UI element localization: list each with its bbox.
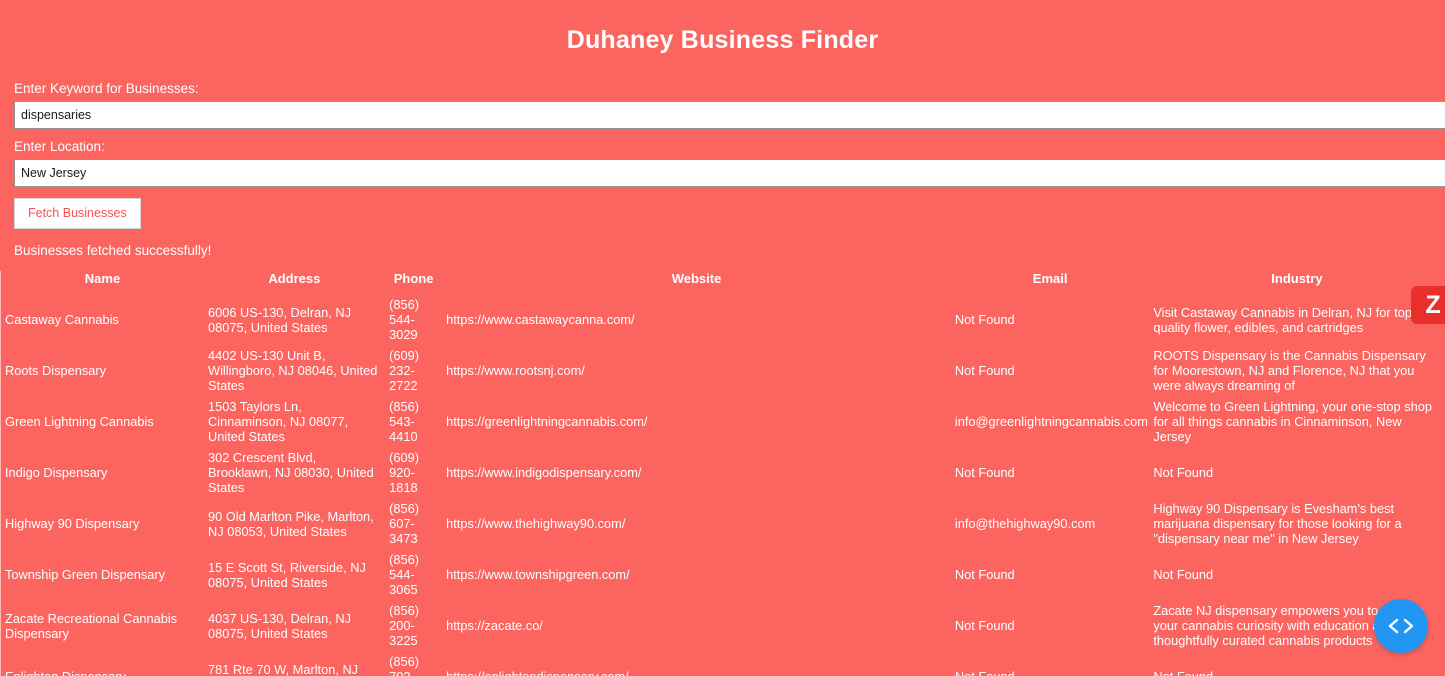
table-row: Green Lightning Cannabis 1503 Taylors Ln,…: [1, 396, 1445, 447]
cell-name: Green Lightning Cannabis: [5, 414, 154, 429]
cell-industry: Highway 90 Dispensary is Evesham's best …: [1153, 501, 1402, 546]
cell-website[interactable]: https://www.castawaycanna.com/: [442, 294, 951, 345]
cell-name: Zacate Recreational Cannabis Dispensary: [5, 610, 178, 641]
cell-email: Not Found: [951, 651, 1149, 676]
keyword-label: Enter Keyword for Businesses:: [14, 81, 199, 96]
cell-address: 6006 US-130, Delran, NJ 08075, United St…: [208, 304, 351, 335]
cell-phone: (856) 200-3225: [389, 603, 420, 648]
table-header-row: Name Address Phone Website Email Industr…: [1, 271, 1445, 294]
code-fab-button[interactable]: [1374, 599, 1428, 653]
results-table: Name Address Phone Website Email Industr…: [0, 271, 1445, 676]
cell-email: Not Found: [954, 363, 1015, 378]
cell-address: 4037 US-130, Delran, NJ 08075, United St…: [208, 610, 351, 641]
cell-address: 4402 US-130 Unit B, Willingboro, NJ 0804…: [208, 348, 378, 393]
cell-industry: Visit Castaway Cannabis in Delran, NJ fo…: [1153, 304, 1417, 335]
cell-industry: Not Found: [1149, 651, 1444, 676]
cell-phone: (609) 232-2722: [389, 348, 420, 393]
status-message: Businesses fetched successfully!: [14, 243, 212, 258]
column-header-email: Email: [1032, 271, 1068, 286]
table-row: Indigo Dispensary 302 Crescent Blvd, Broo…: [1, 447, 1445, 498]
table-row: Castaway Cannabis 6006 US-130, Delran, NJ…: [1, 294, 1445, 345]
cell-address: 90 Old Marlton Pike, Marlton, NJ 08053, …: [208, 508, 374, 539]
table-row: Enlighten Dispensary781 Rte 70 W, Marlto…: [1, 651, 1445, 676]
cell-address: 15 E Scott St, Riverside, NJ 08075, Unit…: [208, 559, 366, 590]
table-row: Roots Dispensary 4402 US-130 Unit B, Will…: [1, 345, 1445, 396]
fetch-businesses-button[interactable]: Fetch Businesses: [14, 198, 141, 229]
cell-website[interactable]: https://www.townshipgreen.com/: [442, 549, 951, 600]
cell-name: Indigo Dispensary: [5, 465, 108, 480]
column-header-phone: Phone: [393, 271, 434, 286]
cell-website[interactable]: https://www.indigodispensary.com/: [442, 447, 951, 498]
results-table-container: Name Address Phone Website Email Industr…: [0, 271, 1445, 676]
cell-industry: ROOTS Dispensary is the Cannabis Dispens…: [1153, 348, 1426, 393]
cell-phone: (856) 702-4420: [389, 654, 420, 676]
cell-email: info@thehighway90.com: [954, 516, 1096, 531]
table-row: Township Green Dispensary 15 E Scott St, …: [1, 549, 1445, 600]
table-row: Highway 90 Dispensary 90 Old Marlton Pike…: [1, 498, 1445, 549]
page-title: Duhaney Business Finder: [566, 26, 879, 54]
column-header-industry: Industry: [1271, 271, 1323, 286]
location-label: Enter Location:: [14, 139, 105, 154]
table-row: Zacate Recreational Cannabis Dispensary 4…: [1, 600, 1445, 651]
cell-phone: (856) 544-3029: [389, 297, 420, 342]
cell-name: Township Green Dispensary: [5, 567, 166, 582]
app-root: Duhaney Business Finder Enter Keyword fo…: [0, 0, 1445, 676]
cell-name: Castaway Cannabis: [5, 312, 119, 327]
code-chevrons-icon: [1388, 618, 1414, 634]
location-input[interactable]: [14, 159, 1445, 187]
cell-website[interactable]: https://zacate.co/: [442, 600, 951, 651]
cell-address: 302 Crescent Blvd, Brooklawn, NJ 08030, …: [208, 450, 374, 495]
cell-email: Not Found: [954, 567, 1015, 582]
cell-website[interactable]: https://greenlightningcannabis.com/: [442, 396, 951, 447]
cell-phone: (856) 607-3473: [389, 501, 420, 546]
cell-address: 1503 Taylors Ln, Cinnaminson, NJ 08077, …: [208, 399, 349, 444]
cell-email: Not Found: [954, 618, 1015, 633]
column-header-website: Website: [671, 271, 722, 286]
cell-address: 781 Rte 70 W, Marlton, NJ 08053, United …: [208, 661, 359, 676]
cell-website[interactable]: https://enlightendispensary.com/: [442, 651, 951, 676]
zoom-badge-label: Z: [1425, 290, 1441, 319]
cell-website[interactable]: https://www.rootsnj.com/: [442, 345, 951, 396]
cell-name: Enlighten Dispensary: [1, 651, 205, 676]
cell-phone: (856) 544-3065: [389, 552, 420, 597]
cell-industry: Welcome to Green Lightning, your one-sto…: [1153, 399, 1432, 444]
cell-industry: Not Found: [1153, 567, 1214, 582]
cell-website[interactable]: https://www.thehighway90.com/: [442, 498, 951, 549]
search-form: Enter Keyword for Businesses: Enter Loca…: [0, 80, 1445, 229]
cell-name: Highway 90 Dispensary: [5, 516, 140, 531]
cell-phone: (856) 543-4410: [389, 399, 420, 444]
cell-email: Not Found: [954, 465, 1015, 480]
cell-industry: Not Found: [1153, 465, 1214, 480]
column-header-address: Address: [268, 271, 321, 286]
cell-email: info@greenlightningcannabis.com: [954, 414, 1148, 429]
results-table-body: Castaway Cannabis 6006 US-130, Delran, NJ…: [1, 294, 1445, 676]
column-header-name: Name: [84, 271, 121, 286]
zoom-extension-badge[interactable]: Z: [1411, 286, 1445, 324]
cell-name: Roots Dispensary: [5, 363, 106, 378]
cell-email: Not Found: [954, 312, 1015, 327]
cell-phone: (609) 920-1818: [389, 450, 420, 495]
keyword-input[interactable]: [14, 101, 1445, 129]
